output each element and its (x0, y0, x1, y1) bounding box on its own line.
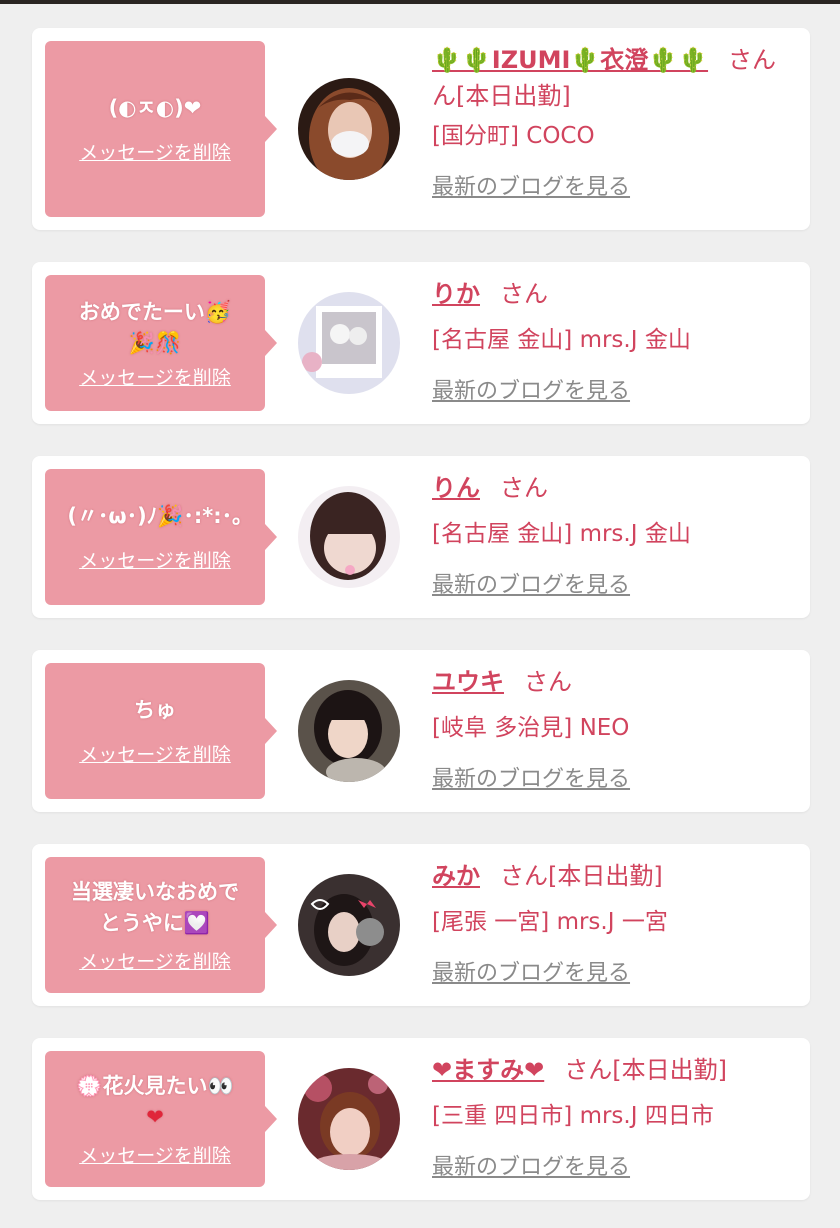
message-text: 🎉🎊 (128, 330, 182, 355)
cast-name-link[interactable]: ユウキ (432, 668, 504, 696)
cast-name-link[interactable]: りか (432, 280, 480, 308)
message-text: (〃･ω･)ﾉ🎉･:*:･｡ (67, 504, 243, 528)
message-bubble: ちゅ メッセージを削除 (45, 663, 277, 799)
shop-info: [名古屋 金山] mrs.J 金山 (432, 521, 691, 547)
status-label: [本日出勤] (612, 1056, 727, 1084)
delete-message-link[interactable]: メッセージを削除 (79, 740, 231, 767)
message-card: 当選凄いなおめで とうやに💟 メッセージを削除 みか さん[本日出勤] [尾張 一… (32, 844, 810, 1006)
shop-info: [三重 四日市] mrs.J 四日市 (432, 1103, 714, 1129)
cast-info: りん さん [名古屋 金山] mrs.J 金山 最新のブログを見る (432, 468, 792, 604)
top-bar (0, 0, 840, 4)
latest-blog-link[interactable]: 最新のブログを見る (432, 568, 630, 604)
cast-info: ユウキ さん [岐阜 多治見] NEO 最新のブログを見る (432, 662, 792, 798)
san-label: さん (524, 668, 572, 696)
cast-info: 🌵🌵IZUMI🌵衣澄🌵🌵 さん ん[本日出勤] [国分町] COCO 最新のブログ… (432, 40, 792, 206)
avatar[interactable] (298, 874, 400, 976)
message-card: (〃･ω･)ﾉ🎉･:*:･｡ メッセージを削除 りん さん [名古屋 金山] mr… (32, 456, 810, 618)
delete-message-link[interactable]: メッセージを削除 (79, 138, 231, 165)
avatar[interactable] (298, 680, 400, 782)
latest-blog-link[interactable]: 最新のブログを見る (432, 170, 630, 206)
cast-name-link[interactable]: りん (432, 474, 480, 502)
name-line: りん さん (432, 468, 792, 508)
cast-name-link[interactable]: みか (432, 862, 480, 890)
delete-message-link[interactable]: メッセージを削除 (79, 546, 231, 573)
shop-info: [国分町] COCO (432, 123, 595, 149)
name-line: ユウキ さん (432, 662, 792, 702)
latest-blog-link[interactable]: 最新のブログを見る (432, 1150, 630, 1186)
name-line: りか さん (432, 274, 792, 314)
message-card: ちゅ メッセージを削除 ユウキ さん [岐阜 多治見] NEO 最新のブログを見る (32, 650, 810, 812)
message-text: ちゅ (134, 698, 176, 722)
message-text: (◐ㅈ◐)❤ (108, 96, 202, 120)
name-line: 🌵🌵IZUMI🌵衣澄🌵🌵 さん (432, 40, 792, 80)
san-label: さん (500, 280, 548, 308)
delete-message-link[interactable]: メッセージを削除 (79, 1141, 231, 1168)
san-label: さん (728, 46, 777, 74)
message-text: 当選凄いなおめで (71, 879, 239, 904)
message-bubble: (◐ㅈ◐)❤ メッセージを削除 (45, 41, 277, 217)
message-card: おめでたーい🥳 🎉🎊 メッセージを削除 りか さん [名古屋 金山] mrs.J … (32, 262, 810, 424)
message-list: (◐ㅈ◐)❤ メッセージを削除 🌵🌵IZUMI🌵衣澄🌵🌵 さん ん[本日出勤] [… (32, 28, 810, 1200)
shop-info: [名古屋 金山] mrs.J 金山 (432, 327, 691, 353)
message-text: おめでたーい🥳 (78, 299, 232, 324)
delete-message-link[interactable]: メッセージを削除 (79, 363, 231, 390)
message-bubble: (〃･ω･)ﾉ🎉･:*:･｡ メッセージを削除 (45, 469, 277, 605)
san-label: さん (564, 1056, 613, 1084)
name-line: ❤ますみ❤ さん[本日出勤] (432, 1050, 792, 1090)
san-label: さん (500, 474, 548, 502)
san-label: さん (500, 862, 548, 890)
shop-info: [尾張 一宮] mrs.J 一宮 (432, 909, 668, 935)
message-card: 💮花火見たい👀 ❤ メッセージを削除 ❤ますみ❤ さん[本日出勤] [三重 四日市… (32, 1038, 810, 1200)
name-line-continued: ん[本日出勤] (432, 82, 571, 110)
message-card: (◐ㅈ◐)❤ メッセージを削除 🌵🌵IZUMI🌵衣澄🌵🌵 さん ん[本日出勤] [… (32, 28, 810, 230)
cast-info: ❤ますみ❤ さん[本日出勤] [三重 四日市] mrs.J 四日市 最新のブログを… (432, 1050, 792, 1186)
avatar[interactable] (298, 1068, 400, 1170)
avatar[interactable] (298, 292, 400, 394)
status-label: [本日出勤] (548, 862, 663, 890)
latest-blog-link[interactable]: 最新のブログを見る (432, 956, 630, 992)
message-bubble: 当選凄いなおめで とうやに💟 メッセージを削除 (45, 857, 277, 993)
shop-info: [岐阜 多治見] NEO (432, 715, 630, 741)
cast-name-link[interactable]: 🌵🌵IZUMI🌵衣澄🌵🌵 (432, 46, 708, 74)
cast-info: みか さん[本日出勤] [尾張 一宮] mrs.J 一宮 最新のブログを見る (432, 856, 792, 992)
message-bubble: 💮花火見たい👀 ❤ メッセージを削除 (45, 1051, 277, 1187)
latest-blog-link[interactable]: 最新のブログを見る (432, 374, 630, 410)
cast-info: りか さん [名古屋 金山] mrs.J 金山 最新のブログを見る (432, 274, 792, 410)
message-text: 💮花火見たい👀 (76, 1073, 234, 1098)
message-bubble: おめでたーい🥳 🎉🎊 メッセージを削除 (45, 275, 277, 411)
name-line: みか さん[本日出勤] (432, 856, 792, 896)
avatar[interactable] (298, 486, 400, 588)
latest-blog-link[interactable]: 最新のブログを見る (432, 762, 630, 798)
message-text: ❤ (146, 1104, 164, 1129)
message-text: とうやに💟 (99, 910, 211, 935)
avatar[interactable] (298, 78, 400, 180)
delete-message-link[interactable]: メッセージを削除 (79, 947, 231, 974)
cast-name-link[interactable]: ❤ますみ❤ (432, 1056, 544, 1084)
